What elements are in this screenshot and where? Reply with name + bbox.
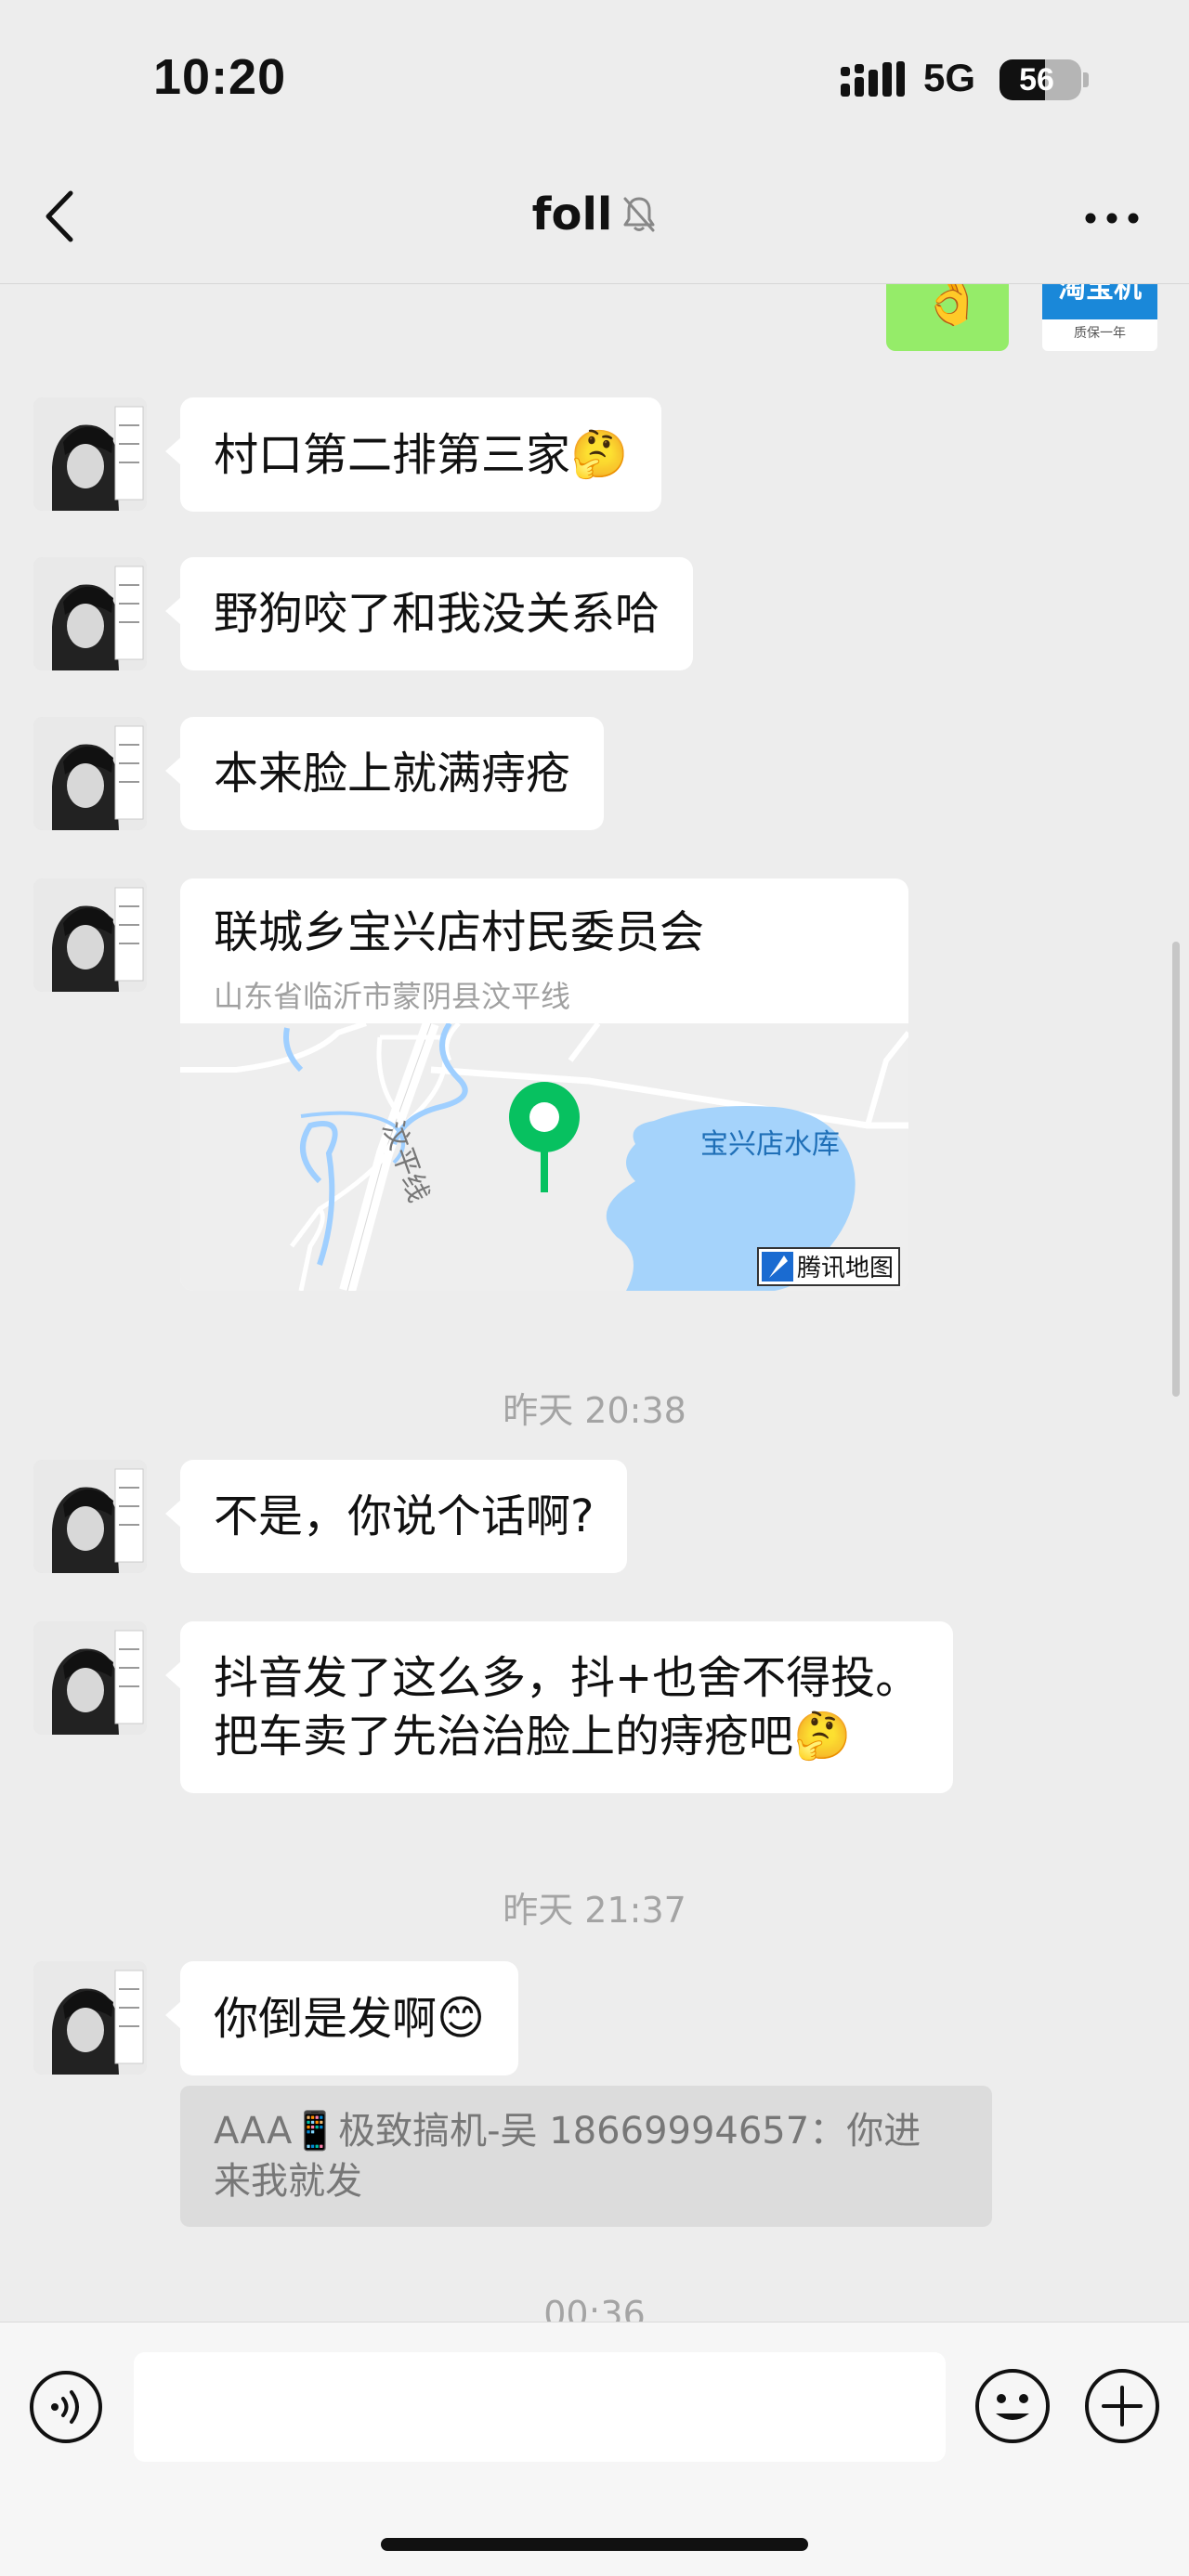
scrollbar[interactable] bbox=[1172, 942, 1180, 1397]
quoted-message[interactable]: AAA📱极致搞机-吴 18669994657：你进 来我就发 bbox=[180, 2086, 992, 2227]
message-input[interactable] bbox=[134, 2352, 946, 2462]
ok-hand-icon: 👌 bbox=[920, 284, 985, 329]
timestamp: 00:36 bbox=[543, 2294, 646, 2322]
battery-level: 56 bbox=[1019, 62, 1054, 98]
chat-header: foll bbox=[0, 158, 1189, 284]
ellipsis-icon[interactable] bbox=[1079, 195, 1144, 241]
message-bubble[interactable]: 本来脸上就满痔疮 bbox=[164, 717, 605, 830]
timestamp: 昨天 21:37 bbox=[503, 1890, 686, 1931]
thinking-emoji-icon: 🤔 bbox=[570, 427, 629, 481]
card-subtitle: 质保一年 bbox=[1074, 326, 1126, 341]
message-text: 野狗咬了和我没关系哈 bbox=[214, 588, 660, 640]
card-title: 淘宝机 bbox=[1042, 284, 1157, 319]
message-bubble[interactable]: 野狗咬了和我没关系哈 bbox=[164, 557, 694, 670]
status-time: 10:20 bbox=[153, 49, 287, 105]
smiling-emoji-icon: 😊 bbox=[437, 1991, 486, 2045]
avatar-image bbox=[33, 557, 147, 670]
chat-title: foll bbox=[0, 182, 1189, 247]
location-card[interactable]: 联城乡宝兴店村民委员会 山东省临沂市蒙阴县汶平线 汶平线 宝兴店水库 腾讯地图 bbox=[180, 878, 908, 1291]
avatar[interactable] bbox=[33, 878, 147, 992]
message-text: 你倒是发啊 bbox=[214, 1993, 438, 2045]
previous-messages-partial: 👌 淘宝机 质保一年 bbox=[0, 284, 1189, 358]
message-bubble[interactable]: 抖音发了这么多，抖+也舍不得投。 把车卖了先治治脸上的痔疮吧🤔 bbox=[164, 1621, 954, 1793]
quote-text-line: AAA📱极致搞机-吴 18669994657：你进 bbox=[214, 2110, 921, 2153]
thinking-emoji-icon: 🤔 bbox=[793, 1709, 852, 1763]
message-text: 不是，你说个话啊? bbox=[214, 1490, 594, 1542]
contact-name: foll bbox=[531, 189, 613, 241]
map-provider-label: 腾讯地图 bbox=[797, 1255, 894, 1282]
map-lake-label: 宝兴店水库 bbox=[700, 1128, 840, 1161]
avatar-image bbox=[33, 878, 147, 992]
avatar[interactable] bbox=[33, 397, 147, 511]
avatar-image bbox=[33, 1460, 147, 1573]
message-bubble[interactable]: 你倒是发啊😊 bbox=[164, 1961, 519, 2075]
message-text-line: 抖音发了这么多，抖+也舍不得投。 bbox=[214, 1652, 921, 1704]
voice-icon[interactable] bbox=[28, 2369, 104, 2445]
sent-emoji-bubble[interactable]: 👌 bbox=[886, 284, 1009, 351]
avatar[interactable] bbox=[33, 1961, 147, 2075]
mute-bell-icon bbox=[623, 197, 655, 232]
quote-text-line: 来我就发 bbox=[214, 2160, 362, 2203]
avatar-image bbox=[33, 717, 147, 830]
message-text: 村口第二排第三家 bbox=[214, 429, 571, 481]
avatar-image bbox=[33, 1961, 147, 2075]
signal-icon bbox=[841, 61, 905, 97]
avatar[interactable] bbox=[33, 717, 147, 830]
status-bar: 10:20 5G 56 bbox=[0, 0, 1189, 158]
product-card-partial[interactable]: 淘宝机 质保一年 bbox=[1042, 284, 1157, 351]
avatar[interactable] bbox=[33, 557, 147, 670]
network-type: 5G bbox=[923, 56, 976, 99]
smiley-icon[interactable] bbox=[973, 2367, 1052, 2445]
avatar[interactable] bbox=[33, 1621, 147, 1735]
avatar[interactable] bbox=[33, 1460, 147, 1573]
message-list[interactable]: 👌 淘宝机 质保一年 村口第二排第三家🤔 野狗咬了和我没关系哈 本来脸上就满痔疮… bbox=[0, 284, 1189, 2322]
home-indicator[interactable] bbox=[381, 2538, 808, 2551]
location-title: 联城乡宝兴店村民委员会 bbox=[214, 906, 705, 958]
input-bar bbox=[0, 2322, 1189, 2576]
timestamp: 昨天 20:38 bbox=[503, 1390, 686, 1431]
message-bubble[interactable]: 村口第二排第三家🤔 bbox=[164, 397, 662, 512]
message-bubble[interactable]: 不是，你说个话啊? bbox=[164, 1460, 628, 1573]
avatar-image bbox=[33, 1621, 147, 1735]
plus-icon[interactable] bbox=[1083, 2367, 1161, 2445]
message-text-line: 把车卖了先治治脸上的痔疮吧 bbox=[214, 1711, 794, 1763]
battery-icon: 56 bbox=[1000, 59, 1081, 100]
map-preview[interactable]: 汶平线 宝兴店水库 腾讯地图 bbox=[180, 1023, 908, 1291]
location-address: 山东省临沂市蒙阴县汶平线 bbox=[214, 979, 571, 1014]
message-text: 本来脸上就满痔疮 bbox=[214, 748, 571, 800]
avatar-image bbox=[33, 397, 147, 511]
battery-cap bbox=[1083, 72, 1089, 87]
